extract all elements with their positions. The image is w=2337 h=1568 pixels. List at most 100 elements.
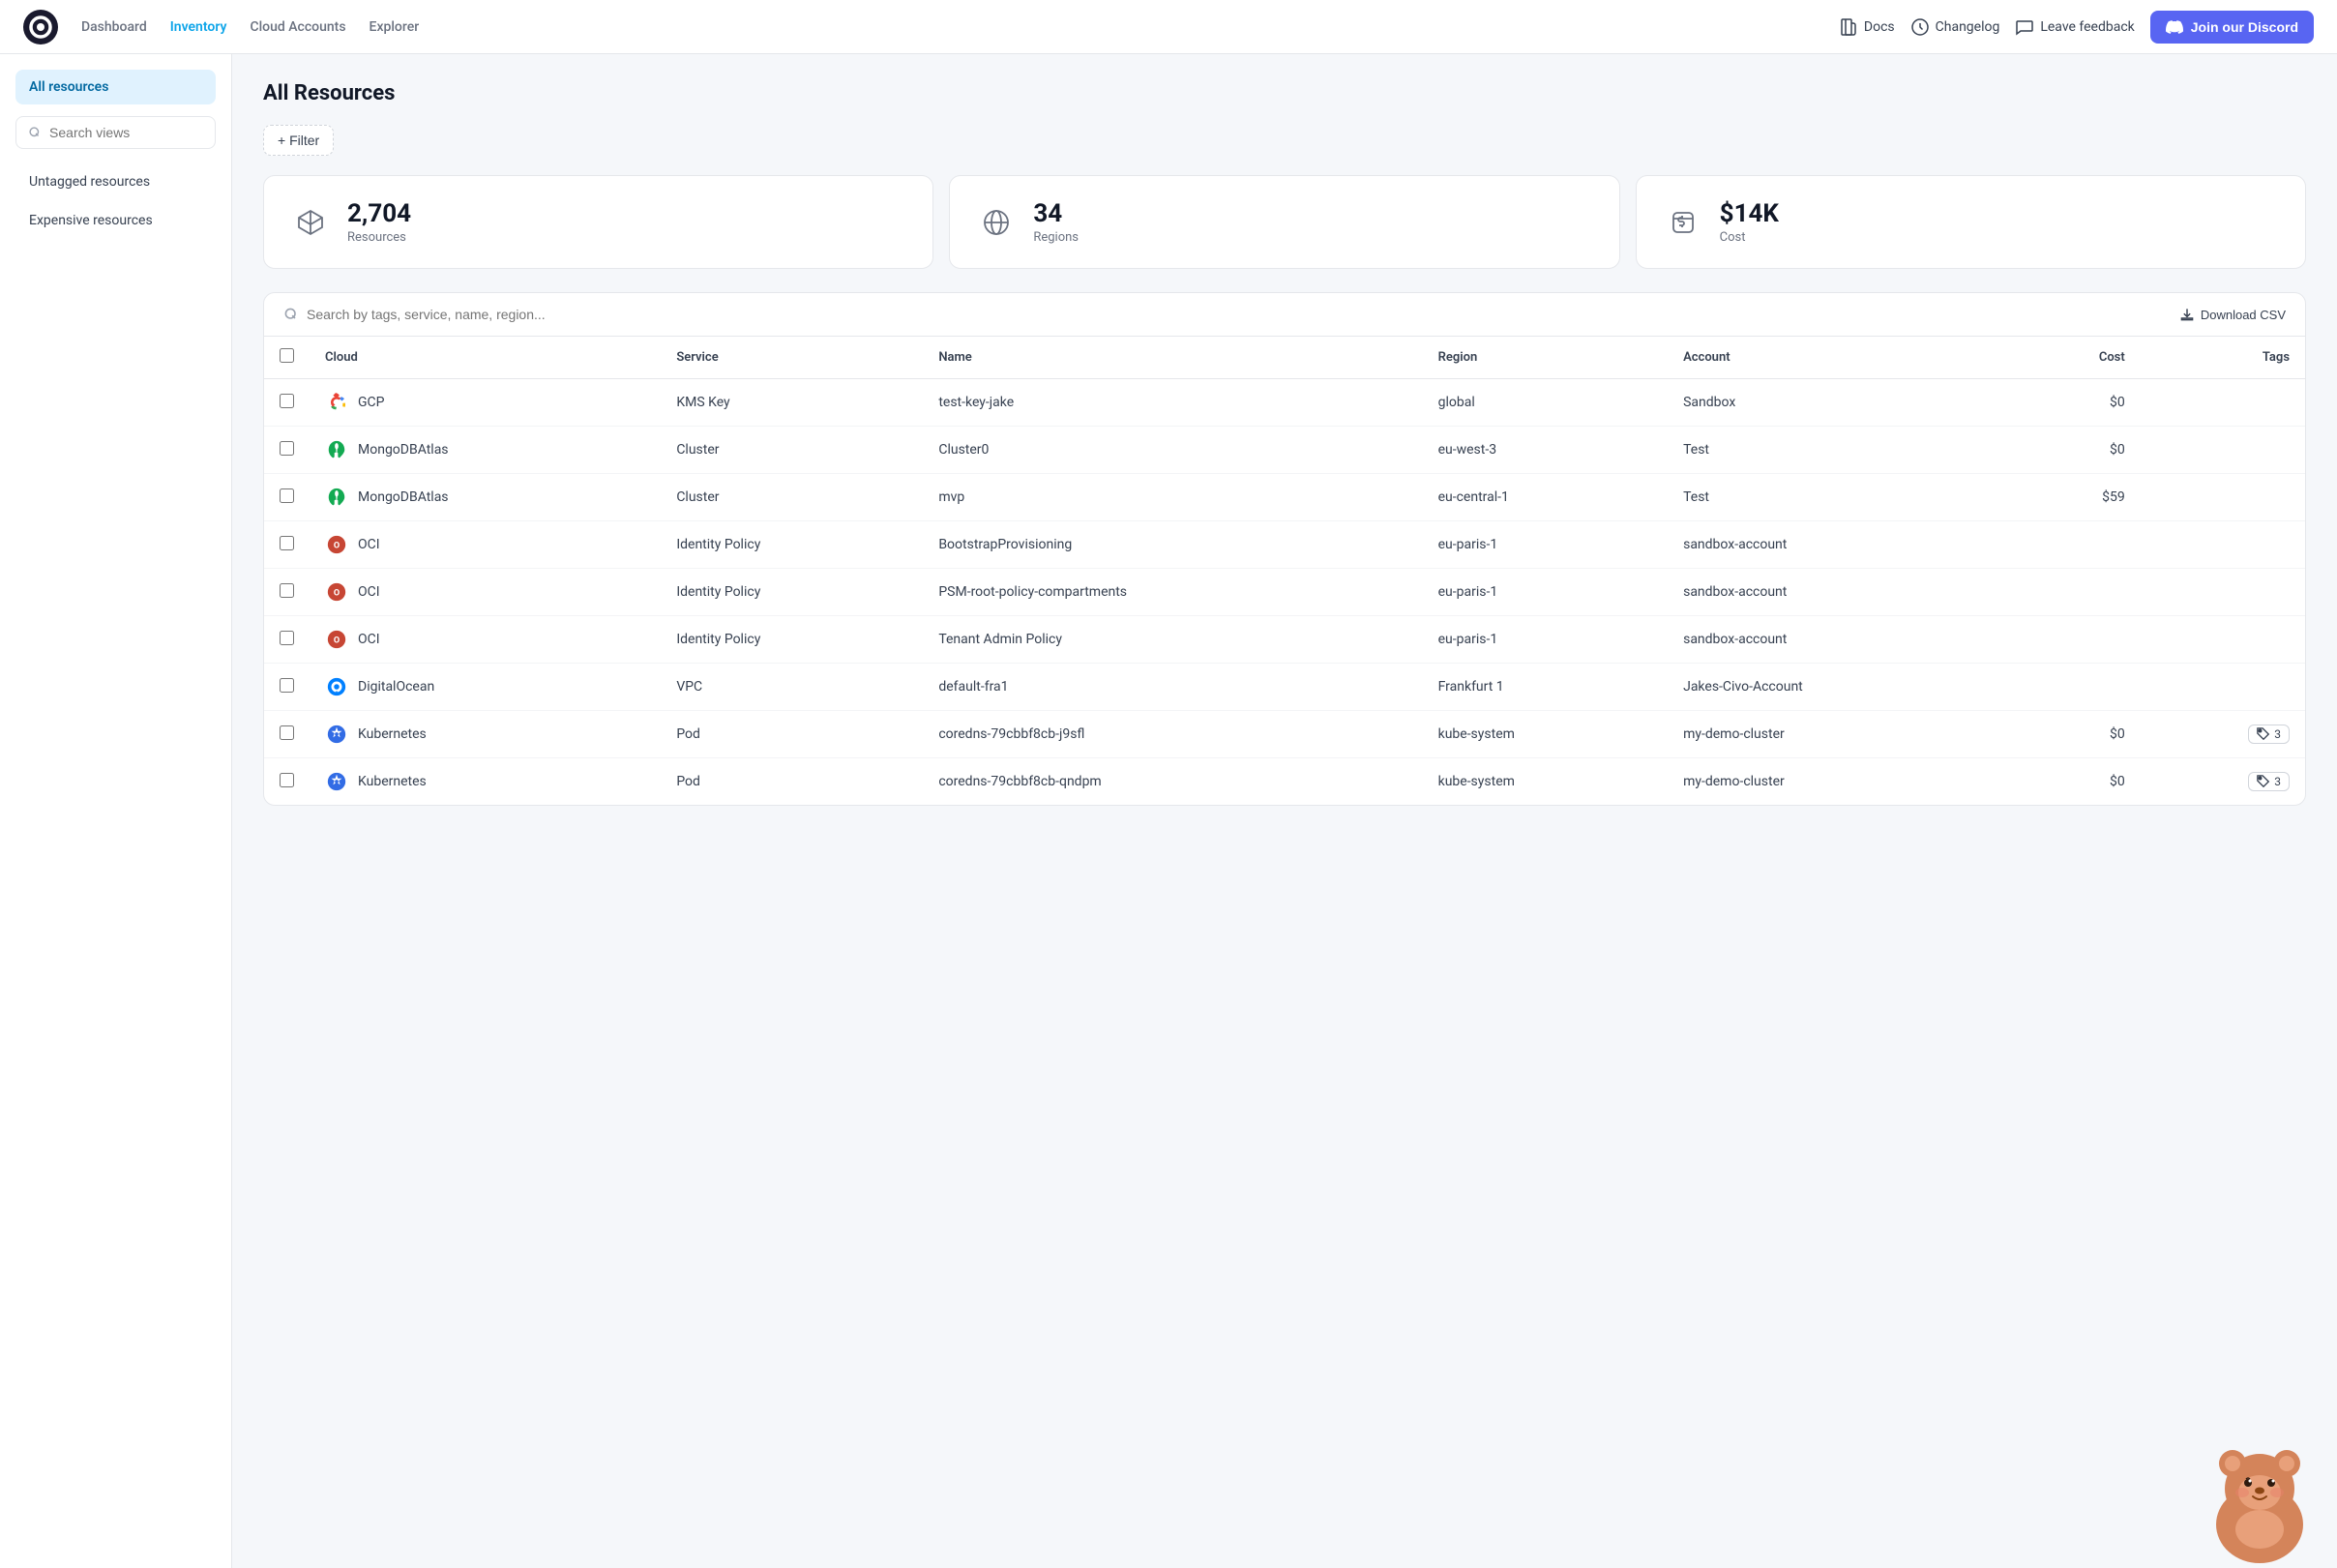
cloud-icon-wrapper <box>325 723 348 746</box>
row-tags <box>2141 521 2305 569</box>
table-toolbar: Download CSV <box>264 293 2305 337</box>
app-logo[interactable] <box>23 10 58 44</box>
table-row: GCP KMS Key test-key-jake global Sandbox… <box>264 379 2305 427</box>
sidebar-item-untagged[interactable]: Untagged resources <box>15 164 216 199</box>
row-region: eu-paris-1 <box>1423 569 1669 616</box>
cloud-name: Kubernetes <box>358 726 427 742</box>
row-account: Jakes-Civo-Account <box>1668 664 2010 711</box>
tag-badge[interactable]: 3 <box>2248 772 2290 791</box>
row-cost: $59 <box>2011 474 2141 521</box>
nav-dashboard[interactable]: Dashboard <box>81 19 147 35</box>
row-cost <box>2011 569 2141 616</box>
mongodb-logo <box>326 487 347 508</box>
cost-value: $14K <box>1720 199 1779 228</box>
row-checkbox[interactable] <box>280 394 294 408</box>
top-navigation: Dashboard Inventory Cloud Accounts Explo… <box>0 0 2337 54</box>
row-checkbox-cell <box>264 664 310 711</box>
row-name: test-key-jake <box>923 379 1422 427</box>
row-checkbox[interactable] <box>280 441 294 456</box>
row-checkbox[interactable] <box>280 488 294 503</box>
download-csv-label: Download CSV <box>2201 308 2286 322</box>
row-name: default-fra1 <box>923 664 1422 711</box>
download-csv-button[interactable]: Download CSV <box>2179 307 2286 322</box>
nav-explorer[interactable]: Explorer <box>370 19 420 35</box>
cloud-icon-wrapper: O <box>325 533 348 556</box>
row-checkbox[interactable] <box>280 536 294 550</box>
row-checkbox-cell <box>264 711 310 758</box>
row-cloud: Kubernetes <box>310 758 661 806</box>
cloud-name: OCI <box>358 632 380 647</box>
row-checkbox[interactable] <box>280 773 294 787</box>
table-row: Kubernetes Pod coredns-79cbbf8cb-j9sfl k… <box>264 711 2305 758</box>
regions-value: 34 <box>1033 199 1079 228</box>
table-search-input[interactable] <box>307 307 2168 322</box>
changelog-icon <box>1910 17 1930 37</box>
docs-link[interactable]: Docs <box>1839 17 1895 37</box>
col-account: Account <box>1668 337 2010 379</box>
feedback-link[interactable]: Leave feedback <box>2015 17 2134 37</box>
row-checkbox-cell <box>264 521 310 569</box>
row-service: Pod <box>661 758 923 806</box>
stat-card-resources: 2,704 Resources <box>263 175 933 269</box>
row-checkbox[interactable] <box>280 583 294 598</box>
row-cloud: MongoDBAtlas <box>310 427 661 474</box>
sidebar-item-expensive[interactable]: Expensive resources <box>15 203 216 238</box>
row-service: Identity Policy <box>661 521 923 569</box>
sidebar-item-all-resources[interactable]: All resources <box>15 70 216 104</box>
row-cloud: O OCI <box>310 569 661 616</box>
row-checkbox-cell <box>264 758 310 806</box>
row-checkbox-cell <box>264 379 310 427</box>
row-service: KMS Key <box>661 379 923 427</box>
cloud-cell: O OCI <box>325 533 645 556</box>
resources-table-section: Download CSV Cloud Service Name Region A… <box>263 292 2306 806</box>
row-region: eu-central-1 <box>1423 474 1669 521</box>
cost-icon <box>1664 203 1702 242</box>
row-service: Identity Policy <box>661 616 923 664</box>
book-icon <box>1839 17 1858 37</box>
table-row: DigitalOcean VPC default-fra1 Frankfurt … <box>264 664 2305 711</box>
nav-cloud-accounts[interactable]: Cloud Accounts <box>250 19 345 35</box>
oci-logo: O <box>326 534 347 555</box>
row-cost: $0 <box>2011 427 2141 474</box>
page-title: All Resources <box>263 81 2306 105</box>
svg-text:O: O <box>334 636 340 646</box>
tag-badge[interactable]: 3 <box>2248 725 2290 744</box>
changelog-link[interactable]: Changelog <box>1910 17 2000 37</box>
discord-label: Join our Discord <box>2191 19 2298 35</box>
table-row: O OCI Identity Policy BootstrapProvision… <box>264 521 2305 569</box>
row-checkbox[interactable] <box>280 631 294 645</box>
feedback-label: Leave feedback <box>2040 19 2134 35</box>
changelog-label: Changelog <box>1936 19 2000 35</box>
row-name: mvp <box>923 474 1422 521</box>
select-all-checkbox[interactable] <box>280 348 294 363</box>
resources-table: Cloud Service Name Region Account Cost T… <box>264 337 2305 805</box>
row-cloud: O OCI <box>310 616 661 664</box>
docs-label: Docs <box>1864 19 1895 35</box>
stat-resources-info: 2,704 Resources <box>347 199 411 245</box>
table-row: O OCI Identity Policy PSM-root-policy-co… <box>264 569 2305 616</box>
col-cost: Cost <box>2011 337 2141 379</box>
cloud-cell: Kubernetes <box>325 723 645 746</box>
filter-button[interactable]: + Filter <box>263 125 334 156</box>
row-region: eu-paris-1 <box>1423 521 1669 569</box>
row-cloud: MongoDBAtlas <box>310 474 661 521</box>
row-region: global <box>1423 379 1669 427</box>
table-row: O OCI Identity Policy Tenant Admin Polic… <box>264 616 2305 664</box>
search-views-input[interactable] <box>49 125 203 140</box>
row-region: eu-west-3 <box>1423 427 1669 474</box>
table-search-icon <box>283 307 299 322</box>
nav-inventory[interactable]: Inventory <box>170 19 227 35</box>
row-name: coredns-79cbbf8cb-j9sfl <box>923 711 1422 758</box>
cloud-name: Kubernetes <box>358 774 427 789</box>
discord-button[interactable]: Join our Discord <box>2150 11 2314 44</box>
row-tags <box>2141 379 2305 427</box>
row-checkbox[interactable] <box>280 725 294 740</box>
row-region: eu-paris-1 <box>1423 616 1669 664</box>
table-body: GCP KMS Key test-key-jake global Sandbox… <box>264 379 2305 806</box>
row-cost <box>2011 664 2141 711</box>
table-row: MongoDBAtlas Cluster Cluster0 eu-west-3 … <box>264 427 2305 474</box>
row-checkbox[interactable] <box>280 678 294 693</box>
cloud-cell: O OCI <box>325 580 645 604</box>
row-cost: $0 <box>2011 758 2141 806</box>
kubernetes-logo <box>326 771 347 792</box>
